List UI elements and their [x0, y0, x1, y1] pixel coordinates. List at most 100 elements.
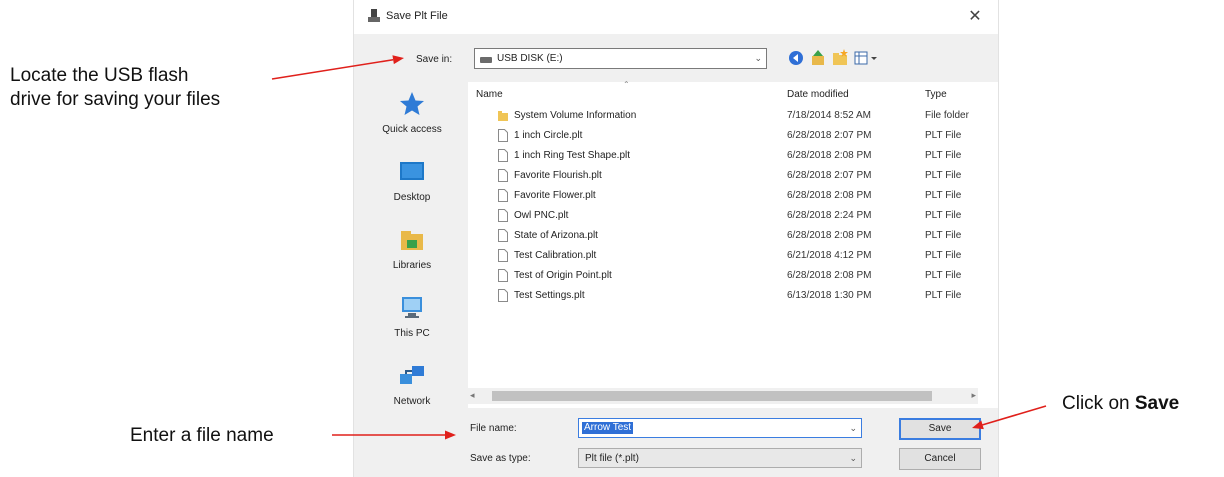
chevron-down-icon: ⌄ [754, 53, 762, 63]
annotation-click-bold: Save [1134, 393, 1180, 414]
network-icon [400, 366, 424, 384]
file-date: 6/28/2018 2:07 PM [787, 170, 872, 181]
annotation-click-prefix: Click on [1062, 393, 1135, 414]
file-date: 6/28/2018 2:08 PM [787, 230, 872, 241]
file-row[interactable]: Owl PNC.plt 6/28/2018 2:24 PM PLT File [468, 206, 998, 226]
save-in-label: Save in: [416, 54, 453, 65]
save-button[interactable]: Save [899, 418, 981, 440]
file-name: 1 inch Ring Test Shape.plt [514, 150, 631, 161]
file-date: 6/28/2018 2:07 PM [787, 130, 872, 141]
file-name: Favorite Flourish.plt [514, 170, 602, 181]
file-row[interactable]: Favorite Flourish.plt 6/28/2018 2:07 PM PL… [468, 166, 998, 186]
file-date: 7/18/2014 8:52 AM [787, 110, 871, 121]
file-type: PLT File [925, 170, 962, 181]
save-as-type-label: Save as type: [470, 453, 531, 464]
scroll-right-icon[interactable]: ▸ [971, 390, 976, 401]
annotation-locate-line2: drive for saving your files [10, 89, 221, 110]
file-icon [498, 229, 508, 242]
sort-indicator-icon: ⌃ [623, 80, 630, 89]
file-icon [498, 129, 508, 142]
file-type: PLT File [925, 230, 962, 241]
file-row[interactable]: State of Arizona.plt 6/28/2018 2:08 PM PLT… [468, 226, 998, 246]
horizontal-scrollbar[interactable]: ◂ ▸ [468, 388, 978, 404]
annotation-enter-name: Enter a file name [130, 425, 274, 446]
file-name-label: File name: [470, 423, 517, 434]
file-type: PLT File [925, 250, 962, 261]
scroll-left-icon[interactable]: ◂ [470, 390, 475, 401]
file-type: PLT File [925, 270, 962, 281]
save-file-dialog: Save Plt File ✕ Save in: USB DISK (E:) ⌄… [353, 0, 999, 477]
place-quick-access[interactable]: Quick access [360, 90, 464, 135]
app-icon [368, 9, 380, 22]
places-bar: Quick access Desktop Libraries This PC N… [360, 82, 464, 432]
file-type: PLT File [925, 290, 962, 301]
back-icon[interactable] [786, 48, 806, 68]
file-name: Test of Origin Point.plt [514, 270, 612, 281]
file-row[interactable]: Favorite Flower.plt 6/28/2018 2:08 PM PLT … [468, 186, 998, 206]
file-date: 6/13/2018 1:30 PM [787, 290, 872, 301]
desktop-icon [400, 162, 424, 180]
save-as-type-dropdown[interactable]: Plt file (*.plt) ⌄ [578, 448, 862, 468]
file-row[interactable]: Test Calibration.plt 6/21/2018 4:12 PM PLT… [468, 246, 998, 266]
annotation-click-save: Click on Save [1062, 392, 1179, 416]
save-in-dropdown[interactable]: USB DISK (E:) ⌄ [474, 48, 767, 69]
file-icon [498, 149, 508, 162]
file-name: Favorite Flower.plt [514, 190, 596, 201]
file-row[interactable]: Test Settings.plt 6/13/2018 1:30 PM PLT Fi… [468, 286, 998, 306]
file-type: PLT File [925, 210, 962, 221]
file-name-value: Arrow Test [582, 422, 634, 434]
file-type: PLT File [925, 190, 962, 201]
save-in-value: USB DISK (E:) [497, 53, 563, 64]
file-icon [498, 209, 508, 222]
file-type: PLT File [925, 150, 962, 161]
up-folder-icon[interactable] [808, 48, 828, 68]
place-network[interactable]: Network [360, 362, 464, 407]
star-icon [400, 92, 424, 115]
column-header-date[interactable]: Date modified [787, 89, 849, 100]
file-icon [498, 269, 508, 282]
file-name: State of Arizona.plt [514, 230, 598, 241]
file-row[interactable]: 1 inch Circle.plt 6/28/2018 2:07 PM PLT Fi… [468, 126, 998, 146]
file-icon [498, 249, 508, 262]
view-menu-icon[interactable] [852, 48, 882, 68]
file-name-input[interactable]: Arrow Test ⌄ [578, 418, 862, 438]
file-icon [498, 189, 508, 202]
file-icon [498, 289, 508, 302]
title-bar: Save Plt File ✕ [354, 0, 998, 34]
file-date: 6/28/2018 2:08 PM [787, 270, 872, 281]
place-libraries[interactable]: Libraries [360, 226, 464, 271]
file-type: File folder [925, 110, 969, 121]
cancel-button[interactable]: Cancel [899, 448, 981, 470]
file-icon [498, 169, 508, 182]
file-date: 6/28/2018 2:08 PM [787, 150, 872, 161]
file-row[interactable]: Test of Origin Point.plt 6/28/2018 2:08 P… [468, 266, 998, 286]
chevron-down-icon: ⌄ [849, 453, 857, 463]
file-type: PLT File [925, 130, 962, 141]
file-date: 6/28/2018 2:24 PM [787, 210, 872, 221]
column-header-type[interactable]: Type [925, 89, 947, 100]
file-name: Test Calibration.plt [514, 250, 597, 261]
annotation-locate-line1: Locate the USB flash [10, 65, 189, 86]
scrollbar-thumb[interactable] [492, 391, 932, 401]
dialog-title: Save Plt File [386, 10, 448, 22]
chevron-down-icon[interactable]: ⌄ [849, 423, 857, 434]
save-as-type-value: Plt file (*.plt) [585, 453, 639, 464]
new-folder-icon[interactable] [830, 48, 850, 68]
file-row[interactable]: 1 inch Ring Test Shape.plt 6/28/2018 2:08… [468, 146, 998, 166]
annotation-locate-drive: Locate the USB flash drive for saving yo… [10, 64, 220, 112]
file-name: Owl PNC.plt [514, 210, 569, 221]
folder-icon [498, 111, 508, 121]
file-date: 6/28/2018 2:08 PM [787, 190, 872, 201]
close-button[interactable]: ✕ [962, 6, 988, 28]
file-list[interactable]: ⌃ Name Date modified Type System Volume … [468, 80, 998, 408]
place-this-pc[interactable]: This PC [360, 294, 464, 339]
place-desktop[interactable]: Desktop [360, 158, 464, 203]
file-name: 1 inch Circle.plt [514, 130, 583, 141]
usb-drive-icon [480, 57, 492, 63]
computer-icon [402, 297, 422, 318]
file-name: System Volume Information [514, 110, 637, 121]
folder-row[interactable]: System Volume Information 7/18/2014 8:52 … [468, 106, 998, 126]
file-date: 6/21/2018 4:12 PM [787, 250, 872, 261]
libraries-icon [401, 231, 423, 250]
column-header-name[interactable]: Name [476, 89, 503, 100]
